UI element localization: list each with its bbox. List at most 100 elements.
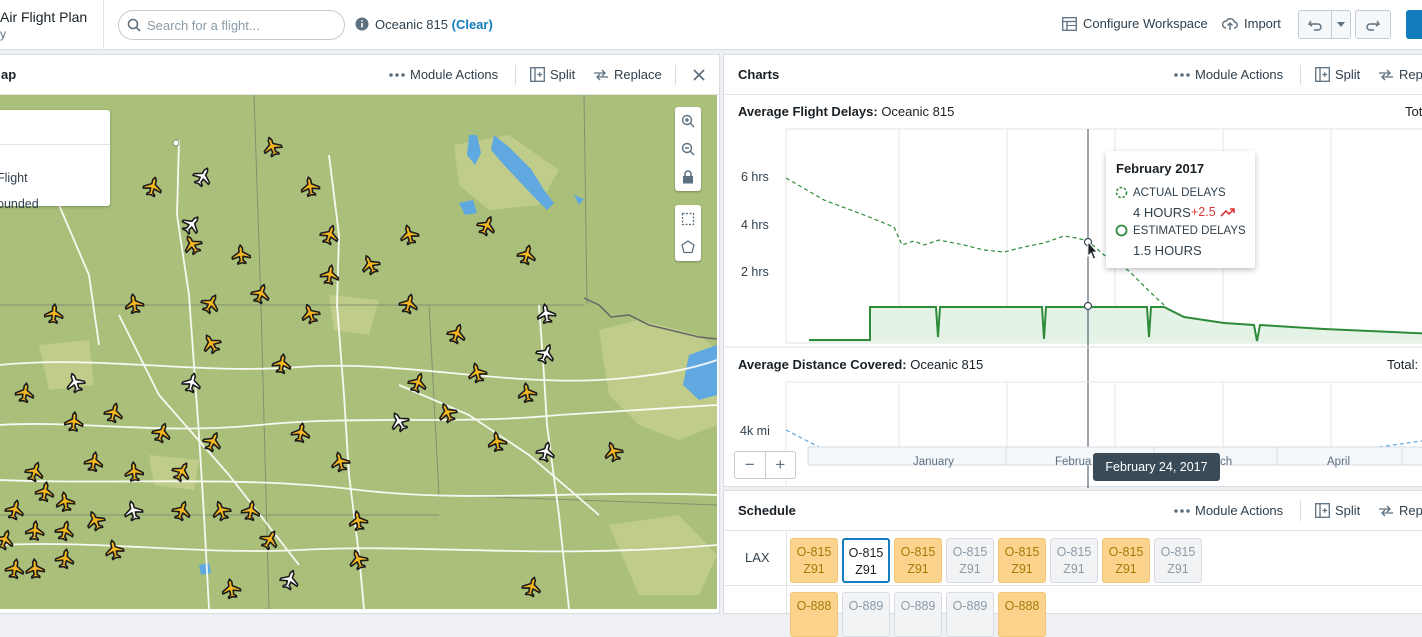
airplane-icon-active[interactable] xyxy=(231,244,252,265)
map-split-button[interactable]: Split xyxy=(530,67,575,82)
flight-chip-gate: Z91 xyxy=(959,562,981,576)
airplane-icon-active[interactable] xyxy=(398,223,420,246)
airplane-icon-active[interactable] xyxy=(240,500,261,522)
airplane-icon-active[interactable] xyxy=(487,431,508,453)
legend-item-grounded: ounded xyxy=(0,197,39,211)
airplane-icon-active[interactable] xyxy=(34,481,55,503)
airplane-icon-active[interactable] xyxy=(83,508,107,533)
airplane-icon-active[interactable] xyxy=(83,451,104,473)
airplane-icon-active[interactable] xyxy=(466,361,488,384)
flight-chip[interactable]: O-889 xyxy=(842,592,890,637)
flight-chip[interactable]: O-815 Z91 xyxy=(1154,538,1202,583)
map-zoom-controls xyxy=(675,107,701,191)
undo-dropdown[interactable] xyxy=(1332,11,1350,38)
flight-chip[interactable]: O-889 xyxy=(946,592,994,637)
airplane-icon-active[interactable] xyxy=(4,558,25,580)
airplane-icon-active[interactable] xyxy=(209,498,232,522)
airplane-icon-active[interactable] xyxy=(43,303,64,324)
airplane-icon-grounded[interactable] xyxy=(122,499,144,522)
airplane-icon-active[interactable] xyxy=(24,520,45,541)
airplane-icon-active[interactable] xyxy=(0,527,17,551)
airplane-icon-active[interactable] xyxy=(142,175,164,198)
flight-chip[interactable]: O-889 xyxy=(894,592,942,637)
redo-button[interactable] xyxy=(1356,11,1390,38)
airplane-icon-active[interactable] xyxy=(103,538,125,561)
airplane-icon-active[interactable] xyxy=(55,491,76,513)
airplane-icon-active[interactable] xyxy=(300,176,321,198)
airplane-icon-grounded[interactable] xyxy=(181,371,203,394)
airplane-icon-active[interactable] xyxy=(249,281,272,305)
flight-chip[interactable]: O-815 Z91 xyxy=(946,538,994,583)
airplane-icon-active[interactable] xyxy=(199,331,224,356)
flight-chip[interactable]: O-888 xyxy=(998,592,1046,637)
airplane-icon-active[interactable] xyxy=(4,498,26,521)
airplane-icon-active[interactable] xyxy=(601,439,624,463)
airplane-icon-active[interactable] xyxy=(221,578,242,600)
airplane-icon-active[interactable] xyxy=(517,382,538,404)
airplane-icon-grounded[interactable] xyxy=(278,567,301,591)
primary-action-button[interactable] xyxy=(1406,10,1422,39)
flight-chip[interactable]: O-888 xyxy=(790,592,838,637)
airplane-icon-grounded[interactable] xyxy=(190,164,215,189)
airplane-icon-active[interactable] xyxy=(445,321,468,345)
lock-button[interactable] xyxy=(675,163,701,191)
airplane-icon-active[interactable] xyxy=(124,461,145,482)
flight-chip[interactable]: O-815 Z91 xyxy=(998,538,1046,583)
airplane-icon-active[interactable] xyxy=(170,498,193,522)
flight-chip[interactable]: O-815 Z91 xyxy=(842,538,890,583)
airplane-icon-grounded[interactable] xyxy=(387,409,412,434)
airplane-icon-active[interactable] xyxy=(198,291,223,316)
clear-link[interactable]: (Clear) xyxy=(452,17,493,32)
airplane-icon-grounded[interactable] xyxy=(179,211,205,237)
airplane-icon-active[interactable] xyxy=(358,252,382,277)
airplane-icon-active[interactable] xyxy=(150,420,173,444)
map-module-actions-button[interactable]: Module Actions xyxy=(389,67,498,82)
flight-chip[interactable]: O-815 Z91 xyxy=(894,538,942,583)
airplane-icon-active[interactable] xyxy=(398,292,420,315)
map-canvas[interactable]: Flight ounded xyxy=(0,95,717,609)
search-input[interactable] xyxy=(147,16,337,34)
flight-chip[interactable]: O-815 Z91 xyxy=(790,538,838,583)
airplane-icon-active[interactable] xyxy=(516,243,538,266)
schedule-replace-button[interactable]: Repl xyxy=(1378,503,1422,518)
distance-label: Average Distance Covered: xyxy=(738,357,907,372)
delays-chart[interactable] xyxy=(724,55,1422,488)
airplane-icon-active[interactable] xyxy=(406,370,429,394)
zoom-in-button[interactable] xyxy=(675,107,701,135)
airplane-icon-active[interactable] xyxy=(271,353,292,375)
airplane-icon-active[interactable] xyxy=(435,400,459,425)
airplane-icon-active[interactable] xyxy=(260,134,283,158)
close-icon[interactable] xyxy=(693,69,705,81)
flight-chip[interactable]: O-815 Z91 xyxy=(1102,538,1150,583)
airplane-icon-active[interactable] xyxy=(475,213,499,238)
zoom-out-button[interactable] xyxy=(675,135,701,163)
chart-zoom-out-button[interactable]: − xyxy=(735,452,766,478)
airplane-icon-active[interactable] xyxy=(201,429,225,454)
airplane-icon-active[interactable] xyxy=(23,459,46,483)
airplane-icon-grounded[interactable] xyxy=(534,341,558,366)
airplane-icon-active[interactable] xyxy=(521,575,543,598)
schedule-module-actions-button[interactable]: Module Actions xyxy=(1174,503,1283,518)
airplane-icon-active[interactable] xyxy=(348,510,369,532)
airplane-icon-active[interactable] xyxy=(14,382,35,404)
search-box[interactable] xyxy=(118,10,345,40)
schedule-split-button[interactable]: Split xyxy=(1315,503,1360,518)
airplane-icon-active[interactable] xyxy=(25,558,46,579)
airplane-icon-active[interactable] xyxy=(54,548,75,570)
flight-chip-number: O-889 xyxy=(900,599,936,613)
import-button[interactable]: Import xyxy=(1222,16,1281,31)
undo-button[interactable] xyxy=(1299,11,1333,38)
polygon-select-button[interactable] xyxy=(675,233,701,261)
airplane-icon-active[interactable] xyxy=(290,422,311,444)
airplane-icon-active[interactable] xyxy=(63,411,84,432)
airplane-icon-grounded[interactable] xyxy=(535,440,557,463)
airplane-icon-active[interactable] xyxy=(54,519,76,542)
flight-chip[interactable]: O-815 Z91 xyxy=(1050,538,1098,583)
select-box-button[interactable] xyxy=(675,205,701,233)
airplane-icon-active[interactable] xyxy=(103,401,125,424)
chart-zoom-in-button[interactable]: + xyxy=(766,452,796,478)
airplane-icon-active[interactable] xyxy=(124,293,145,315)
flight-chip-number: O-815 xyxy=(1004,545,1040,559)
configure-workspace-button[interactable]: Configure Workspace xyxy=(1062,16,1208,31)
map-replace-button[interactable]: Replace xyxy=(593,67,662,82)
